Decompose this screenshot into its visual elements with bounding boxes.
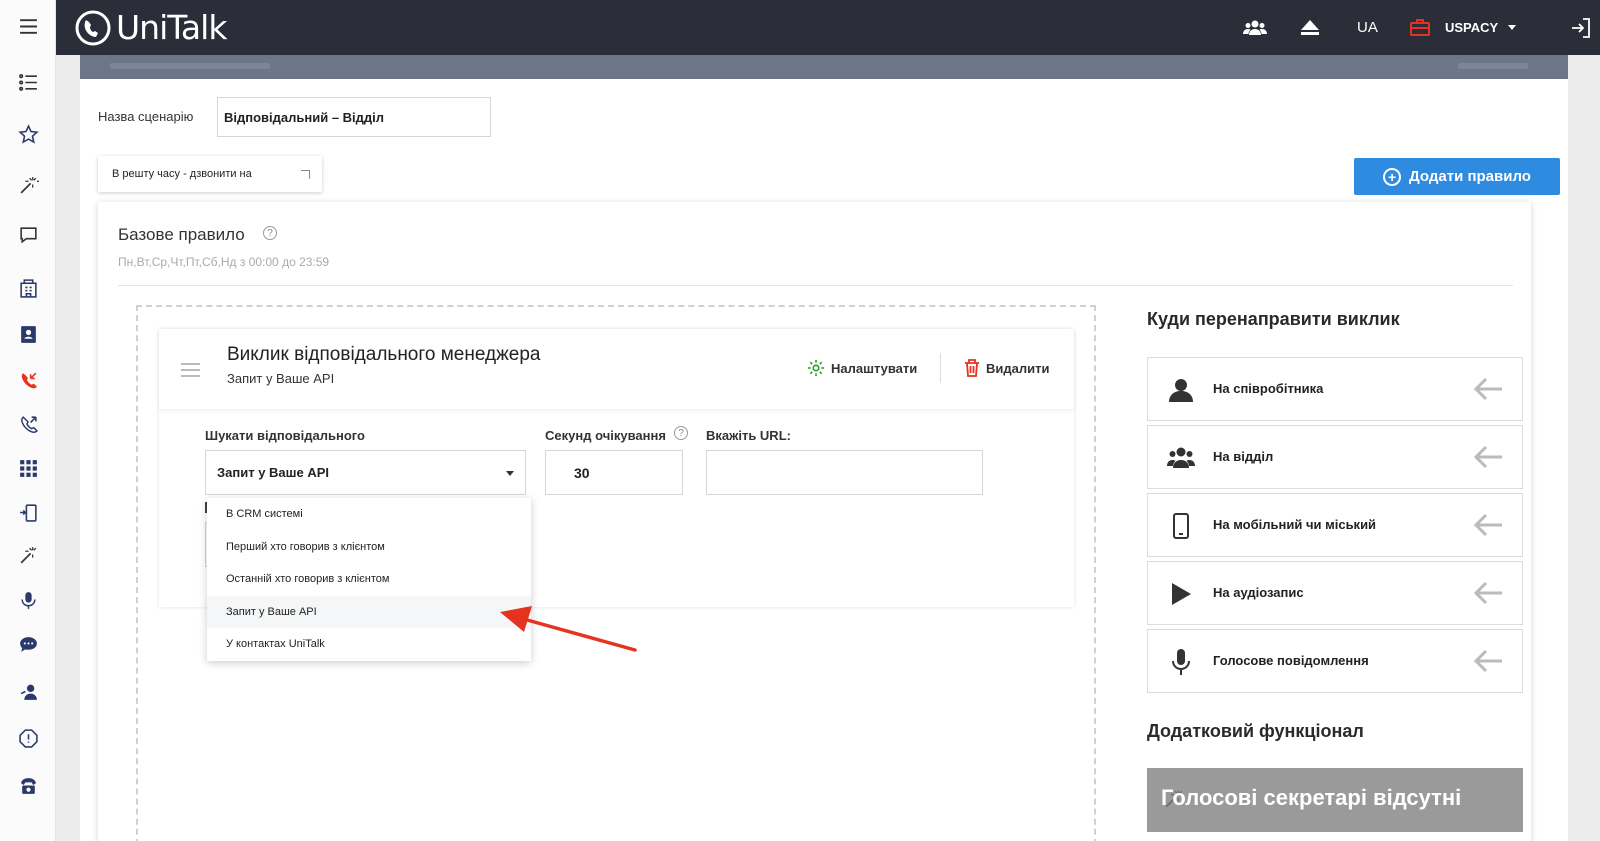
caret-down-icon bbox=[506, 471, 514, 476]
wait-seconds-input[interactable]: 30 bbox=[545, 450, 683, 495]
microphone-icon[interactable] bbox=[16, 588, 40, 612]
person-icon bbox=[1166, 376, 1196, 404]
account-menu[interactable]: USPACY bbox=[1445, 0, 1517, 55]
dropdown-option[interactable]: Останній хто говорив з клієнтом bbox=[207, 563, 531, 596]
voice-secretaries-empty: Голосові секретарі відсутні bbox=[1147, 768, 1523, 832]
redirect-department[interactable]: На відділ bbox=[1147, 425, 1523, 489]
add-rule-label: Додати правило bbox=[1409, 168, 1531, 185]
gear-icon bbox=[807, 359, 825, 377]
eject-icon[interactable] bbox=[1300, 0, 1320, 55]
alert-icon[interactable] bbox=[16, 726, 40, 750]
breadcrumb-action bbox=[1458, 63, 1528, 69]
search-responsible-select[interactable]: Запит у Ваше API bbox=[205, 450, 526, 495]
annotation-arrow bbox=[500, 606, 637, 652]
redirect-label: На відділ bbox=[1213, 449, 1274, 464]
trash-icon bbox=[965, 359, 979, 377]
redirect-label: На мобільний чи міський bbox=[1213, 517, 1377, 532]
chevron-down-icon bbox=[1508, 25, 1517, 30]
arrow-left-icon bbox=[1472, 580, 1504, 611]
mobile-icon bbox=[1166, 512, 1196, 540]
manager-card-subtitle: Запит у Ваше API bbox=[227, 371, 335, 386]
menu-icon[interactable] bbox=[16, 14, 40, 38]
divider bbox=[118, 285, 1513, 286]
contacts-icon[interactable] bbox=[16, 322, 40, 346]
logo-icon bbox=[75, 10, 111, 45]
phone-transfer-icon[interactable] bbox=[16, 500, 40, 524]
magic-wand-icon[interactable] bbox=[16, 543, 40, 567]
building-icon[interactable] bbox=[16, 276, 40, 300]
arrow-left-icon bbox=[1472, 648, 1504, 679]
wait-seconds-label: Секунд очікування bbox=[545, 428, 666, 443]
rule-title: Базове правило bbox=[118, 225, 245, 244]
scenario-name-input[interactable]: Відповідальний – Відділ bbox=[217, 97, 491, 137]
drag-handle-icon[interactable] bbox=[181, 363, 200, 381]
url-label: Вкажіть URL: bbox=[706, 428, 791, 443]
arrow-left-icon bbox=[1472, 376, 1504, 407]
left-sidebar bbox=[0, 0, 56, 841]
messages-icon[interactable] bbox=[16, 632, 40, 656]
microphone-icon bbox=[1166, 648, 1196, 676]
rest-time-label: В решту часу - дзвонити на bbox=[112, 168, 252, 180]
settings-label: Налаштувати bbox=[831, 360, 918, 376]
divider bbox=[940, 353, 941, 383]
phone-icon[interactable] bbox=[16, 773, 40, 797]
outgoing-call-icon[interactable] bbox=[16, 412, 40, 436]
delete-button[interactable]: Видалити bbox=[964, 359, 1049, 377]
manager-card-title: Виклик відповідального менеджера bbox=[227, 344, 541, 365]
redirect-label: Голосове повідомлення bbox=[1213, 653, 1369, 668]
redirect-label: На співробітника bbox=[1213, 381, 1324, 396]
list-icon[interactable] bbox=[16, 70, 40, 94]
corner-arrow-icon bbox=[301, 170, 310, 179]
dropdown-option[interactable]: Перший хто говорив з клієнтом bbox=[207, 531, 531, 564]
briefcase-icon[interactable] bbox=[1410, 0, 1430, 55]
chat-icon[interactable] bbox=[16, 223, 40, 247]
search-responsible-label: Шукати відповідального bbox=[205, 428, 365, 443]
scenario-name-label: Назва сценарію bbox=[98, 109, 194, 124]
arrow-left-icon bbox=[1472, 512, 1504, 543]
dropdown-option[interactable]: В CRM системі bbox=[207, 498, 531, 531]
play-icon bbox=[1166, 580, 1196, 608]
breadcrumb bbox=[110, 63, 270, 69]
users-icon[interactable] bbox=[1243, 0, 1267, 55]
breadcrumb-band bbox=[80, 55, 1568, 79]
operator-icon[interactable] bbox=[16, 679, 40, 703]
settings-button[interactable]: Налаштувати bbox=[807, 359, 917, 377]
apps-grid-icon[interactable] bbox=[16, 456, 40, 480]
redirect-employee[interactable]: На співробітника bbox=[1147, 357, 1523, 421]
manager-card-header: Виклик відповідального менеджера Запит у… bbox=[159, 329, 1074, 409]
redirect-title: Куди перенаправити виклик bbox=[1147, 309, 1400, 329]
incoming-call-icon[interactable] bbox=[16, 368, 40, 392]
help-icon[interactable]: ? bbox=[263, 226, 277, 240]
plus-circle-icon: + bbox=[1383, 167, 1402, 186]
url-input[interactable] bbox=[706, 450, 983, 495]
star-icon[interactable] bbox=[16, 122, 40, 146]
logo[interactable]: UniTalk bbox=[74, 8, 227, 47]
group-icon bbox=[1166, 444, 1196, 472]
logout-icon[interactable] bbox=[1570, 0, 1592, 55]
redirect-label: На аудіозапис bbox=[1213, 585, 1304, 600]
redirect-audio[interactable]: На аудіозапис bbox=[1147, 561, 1523, 625]
arrow-left-icon bbox=[1472, 444, 1504, 475]
rest-time-card[interactable]: В решту часу - дзвонити на bbox=[98, 156, 322, 192]
extra-title: Додатковий функціонал bbox=[1147, 721, 1364, 741]
empty-message: Голосові секретарі відсутні bbox=[1161, 785, 1462, 810]
top-bar: UniTalk UA USPACY bbox=[56, 0, 1600, 55]
rule-schedule: Пн,Вт,Ср,Чт,Пт,Сб,Нд з 00:00 до 23:59 bbox=[118, 255, 330, 269]
delete-label: Видалити bbox=[986, 360, 1050, 376]
magic-wand-icon[interactable] bbox=[16, 173, 40, 197]
account-name: USPACY bbox=[1445, 20, 1499, 35]
redirect-mobile[interactable]: На мобільний чи міський bbox=[1147, 493, 1523, 557]
logo-text: UniTalk bbox=[116, 8, 227, 47]
search-responsible-value: Запит у Ваше API bbox=[217, 465, 330, 480]
language-selector[interactable]: UA bbox=[1357, 0, 1378, 55]
add-rule-button[interactable]: + Додати правило bbox=[1354, 158, 1560, 195]
help-icon[interactable]: ? bbox=[674, 426, 688, 440]
redirect-voicemail[interactable]: Голосове повідомлення bbox=[1147, 629, 1523, 693]
